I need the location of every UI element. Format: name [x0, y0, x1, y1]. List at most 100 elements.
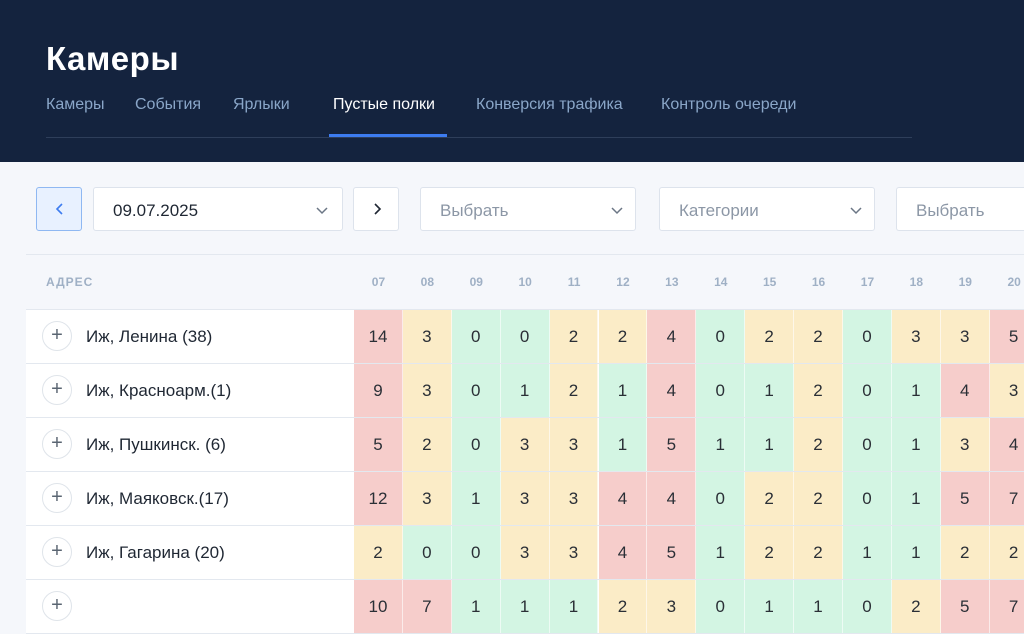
hour-cell: 0	[696, 364, 746, 417]
hour-cell: 3	[549, 472, 599, 525]
date-picker[interactable]: 09.07.2025	[93, 187, 343, 231]
hour-cell: 3	[402, 364, 452, 417]
hour-cell: 3	[891, 310, 941, 363]
hour-cell: 0	[696, 472, 746, 525]
hour-cell: 3	[549, 418, 599, 471]
expand-row-plus-icon[interactable]: +	[42, 321, 72, 351]
categories-select[interactable]: Категории	[659, 187, 875, 231]
hour-cell: 2	[354, 526, 403, 579]
hour-cell: 3	[940, 418, 990, 471]
hour-cell: 14	[354, 310, 403, 363]
expand-row-plus-icon[interactable]: +	[42, 483, 72, 513]
hour-cell: 0	[500, 310, 550, 363]
hour-cell: 2	[549, 310, 599, 363]
row-address: Иж, Гагарина (20)	[86, 543, 225, 562]
hour-cell: 2	[940, 526, 990, 579]
hour-cell: 1	[794, 580, 843, 633]
hour-cell: 3	[402, 472, 452, 525]
hour-column-header: 13	[665, 275, 679, 289]
hour-cell: 0	[451, 418, 501, 471]
hour-cell: 10	[354, 580, 403, 633]
tab-events[interactable]: События	[135, 96, 201, 114]
hour-cell: 0	[843, 472, 892, 525]
next-date-button[interactable]	[353, 187, 399, 231]
tab-cameras[interactable]: Камеры	[46, 96, 105, 114]
hour-cell: 1	[745, 580, 795, 633]
expand-row-plus-icon[interactable]: +	[42, 537, 72, 567]
hour-cell: 3	[500, 418, 550, 471]
hour-column-header: 16	[811, 275, 826, 289]
chevron-left-icon	[55, 203, 63, 215]
extra-select[interactable]: Выбрать	[896, 187, 1024, 231]
hour-cell: 3	[940, 310, 990, 363]
hour-cell: 1	[891, 472, 941, 525]
expand-row-plus-icon[interactable]: +	[42, 429, 72, 459]
hour-cell: 1	[598, 364, 648, 417]
hour-cell: 0	[451, 310, 501, 363]
hour-cell: 7	[989, 580, 1024, 633]
table-row: + Иж, Гагарина (20) 2 0 0 3 3 4 5 1 2 2 1 1 2 2	[26, 526, 1024, 580]
empty-shelves-table: АДРЕС 07 08 09 10 11 12 13 14 15 16 17 18 19 20 + Иж, …	[26, 254, 1024, 634]
table-row: + Иж, Пушкинск. (6) 5 2 0 3 3 1 5 1 1 2 0 1 3 4	[26, 418, 1024, 472]
hour-cell: 3	[989, 364, 1024, 417]
hour-cell: 2	[794, 418, 843, 471]
chevron-down-icon	[611, 207, 623, 215]
prev-date-button[interactable]	[36, 187, 82, 231]
hour-cell: 2	[745, 526, 795, 579]
hour-cell: 1	[598, 418, 648, 471]
hour-cell: 2	[891, 580, 941, 633]
table-header: АДРЕС 07 08 09 10 11 12 13 14 15 16 17 18 19 20	[26, 254, 1024, 310]
row-address: Иж, Красноарм.(1)	[86, 381, 232, 400]
store-select[interactable]: Выбрать	[420, 187, 636, 231]
hour-cell: 0	[696, 310, 746, 363]
hour-column-header: 18	[909, 275, 924, 289]
hour-cell: 2	[794, 310, 843, 363]
active-tab-indicator	[329, 134, 447, 137]
tab-traffic-conversion[interactable]: Конверсия трафика	[476, 96, 623, 114]
hour-cell: 1	[451, 472, 501, 525]
row-address: Иж, Маяковск.(17)	[86, 489, 229, 508]
row-address: Иж, Ленина (38)	[86, 327, 213, 346]
hour-cell: 2	[989, 526, 1024, 579]
table-body: + Иж, Ленина (38) 14 3 0 0 2 2 4 0 2 2 0 3 3 5 + Иж, Крас…	[26, 310, 1024, 634]
hour-column-header: 07	[371, 275, 386, 289]
hour-cell: 2	[794, 364, 843, 417]
expand-row-plus-icon[interactable]: +	[42, 591, 72, 621]
hour-cell: 1	[891, 364, 941, 417]
expand-row-plus-icon[interactable]: +	[42, 375, 72, 405]
tab-bar: Камеры События Ярлыки Пустые полки Конве…	[46, 96, 912, 138]
chevron-down-icon	[316, 207, 328, 215]
chevron-down-icon	[850, 207, 862, 215]
hour-cell: 1	[696, 418, 746, 471]
hour-cell: 0	[451, 364, 501, 417]
hour-cell: 1	[891, 418, 941, 471]
table-row: + Иж, Маяковск.(17) 12 3 1 3 3 4 4 0 2 2 0 1 5 7	[26, 472, 1024, 526]
hour-column-header: 19	[958, 275, 972, 289]
table-row: + Иж, Красноарм.(1) 9 3 0 1 2 1 4 0 1 2 0 1 4 3	[26, 364, 1024, 418]
hour-cell: 1	[696, 526, 746, 579]
hour-cell: 1	[500, 580, 550, 633]
hour-cell: 1	[843, 526, 892, 579]
table-row: +10 7 1 1 1 2 3 0 1 1 0 2 5 7	[26, 580, 1024, 634]
hour-cell: 7	[989, 472, 1024, 525]
hour-column-header: 08	[420, 275, 435, 289]
page-title: Камеры	[46, 40, 180, 77]
hour-cell: 0	[696, 580, 746, 633]
hour-cell: 3	[500, 526, 550, 579]
hour-cell: 5	[647, 526, 697, 579]
hour-cell: 5	[940, 472, 990, 525]
hour-cell: 5	[940, 580, 990, 633]
hour-cell: 0	[843, 364, 892, 417]
tab-labels[interactable]: Ярлыки	[233, 96, 290, 114]
hour-cell: 9	[354, 364, 403, 417]
hour-cell: 0	[843, 580, 892, 633]
tab-queue-control[interactable]: Контроль очереди	[661, 96, 796, 114]
store-select-placeholder: Выбрать	[440, 201, 509, 220]
hour-cell: 2	[549, 364, 599, 417]
tab-empty-shelves[interactable]: Пустые полки	[333, 96, 435, 114]
hour-cell: 1	[451, 580, 501, 633]
hour-cell: 2	[794, 526, 843, 579]
hour-cell: 4	[647, 310, 697, 363]
hour-column-header: 15	[762, 275, 777, 289]
hour-cell: 3	[500, 472, 550, 525]
